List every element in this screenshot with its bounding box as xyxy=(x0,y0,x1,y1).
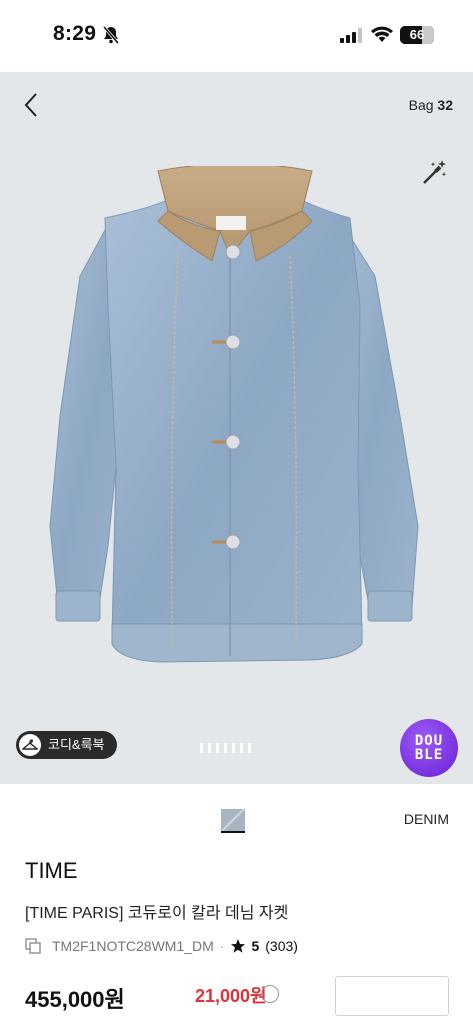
color-label: DENIM xyxy=(403,811,449,827)
product-name: [TIME PARIS] 코듀로이 칼라 데님 자켓 xyxy=(25,905,289,922)
gallery-page-dot[interactable] xyxy=(232,743,235,753)
gallery-page-dot[interactable] xyxy=(208,743,211,753)
product-image-gallery[interactable]: Bag 32 코디&룩북 DOU BLE xyxy=(0,72,473,784)
status-time: 8:29 xyxy=(53,22,97,45)
review-count[interactable]: (303) xyxy=(265,938,298,954)
brand-name[interactable]: TIME xyxy=(25,858,78,884)
coordi-lookbook-button[interactable]: 코디&룩북 xyxy=(16,731,117,759)
hanger-icon xyxy=(19,734,41,756)
bag-button[interactable]: Bag 32 xyxy=(409,97,453,113)
product-code: TM2F1NOTC28WM1_DM xyxy=(52,938,214,954)
star-icon xyxy=(231,939,246,953)
double-badge-button[interactable]: DOU BLE xyxy=(400,719,458,777)
price: 455,000원 xyxy=(25,987,125,1012)
bag-count: 32 xyxy=(437,97,453,113)
double-badge-line1: DOU xyxy=(414,733,444,749)
bell-slash-icon xyxy=(102,26,120,44)
gallery-page-dot[interactable] xyxy=(248,743,251,753)
coupon-button[interactable] xyxy=(335,976,449,1016)
wifi-icon xyxy=(371,26,393,42)
coordi-label: 코디&룩북 xyxy=(48,737,105,752)
gallery-page-dot[interactable] xyxy=(224,743,227,753)
info-icon[interactable] xyxy=(261,985,279,1003)
gallery-page-indicator xyxy=(200,743,251,753)
status-bar: 8:29 66 xyxy=(0,0,473,72)
battery-icon: 66 xyxy=(400,26,434,44)
double-badge-line2: BLE xyxy=(414,747,444,763)
price-row: 455,000원 21,000원 xyxy=(25,976,455,1016)
color-swatch-denim[interactable] xyxy=(221,809,245,833)
discount-amount: 21,000원 xyxy=(195,986,267,1006)
meta-separator: · xyxy=(219,938,225,954)
battery-level: 66 xyxy=(409,27,425,42)
bag-label: Bag xyxy=(408,97,434,113)
chevron-left-icon[interactable] xyxy=(20,92,42,118)
cellular-signal-icon xyxy=(340,28,362,43)
product-meta-row: TM2F1NOTC28WM1_DM · 5 (303) xyxy=(25,936,298,956)
product-photo-denim-jacket xyxy=(49,166,419,663)
copy-icon[interactable] xyxy=(25,937,42,955)
gallery-page-dot[interactable] xyxy=(216,743,219,753)
gallery-page-dot[interactable] xyxy=(200,743,203,753)
gallery-page-dot[interactable] xyxy=(240,743,243,753)
rating-value: 5 xyxy=(251,938,260,954)
